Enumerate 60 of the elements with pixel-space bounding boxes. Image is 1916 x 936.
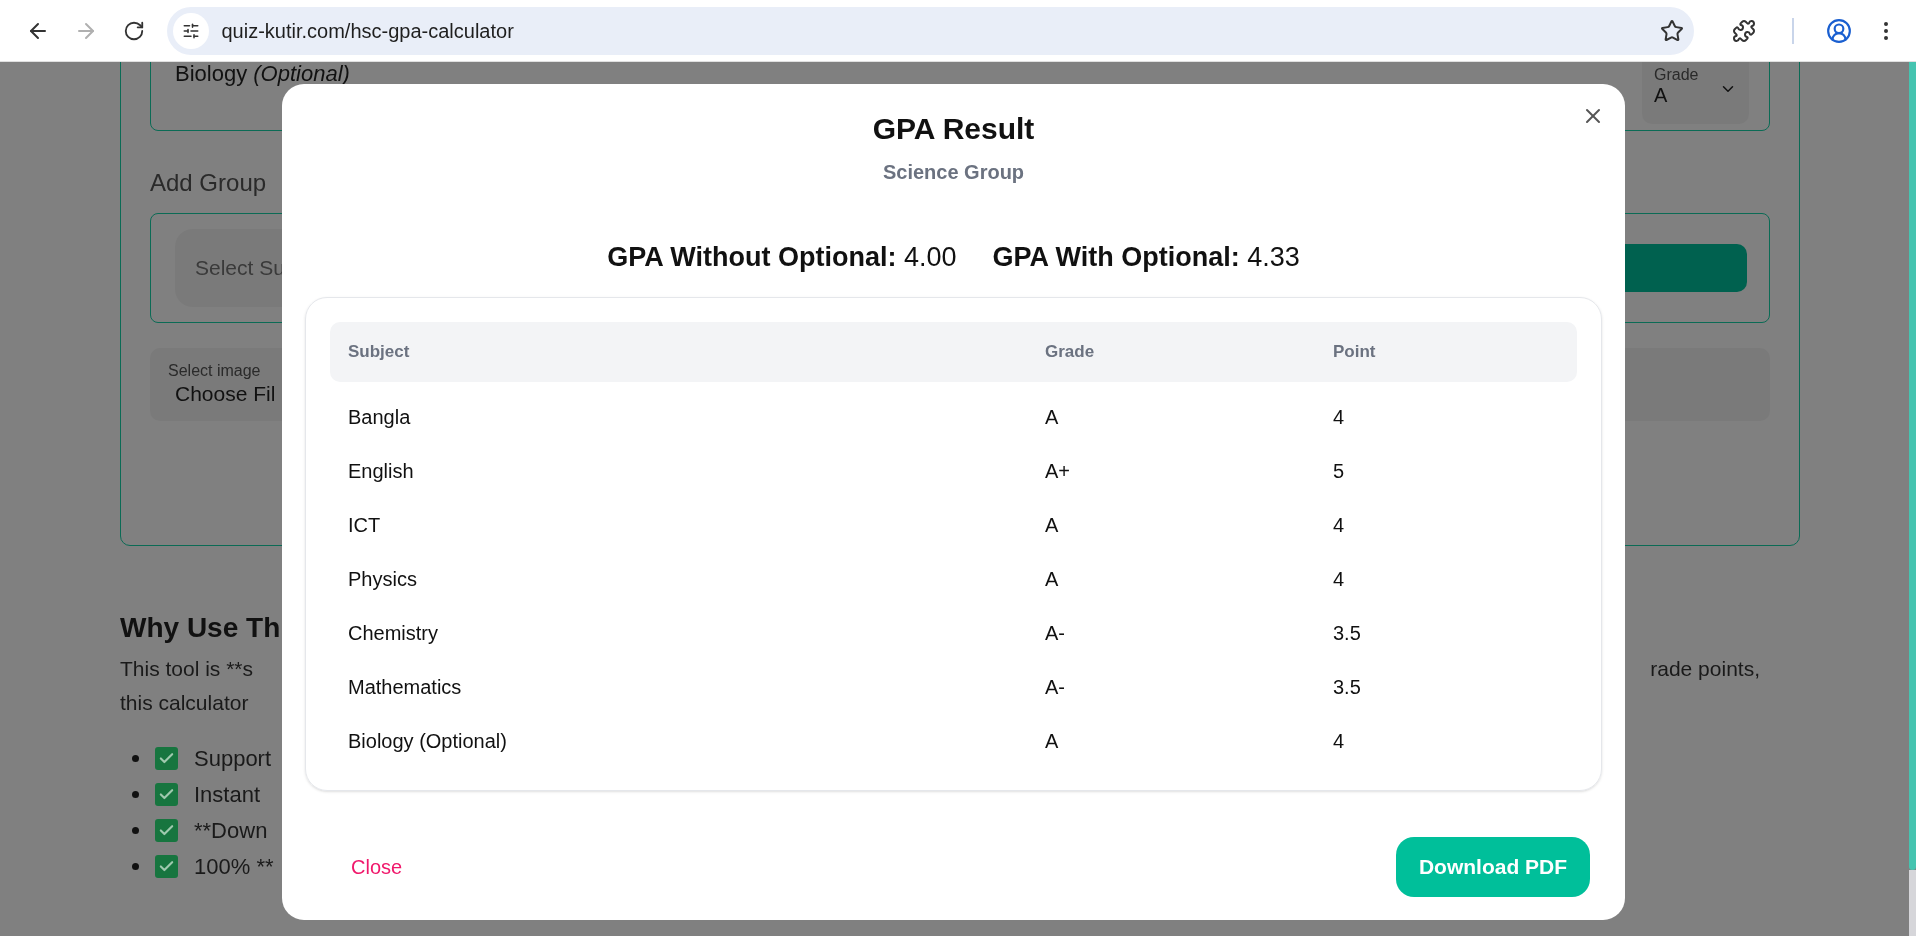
- feature-text: **Down: [194, 816, 268, 845]
- column-header: Point: [1333, 341, 1377, 364]
- add-group-label: Add Group: [150, 171, 267, 195]
- gpa-summary: GPA With Optional: 4.33: [992, 244, 1300, 271]
- bullet-icon: [132, 754, 139, 762]
- table-cell-text: A: [1045, 513, 1060, 538]
- table-cell-text: 4: [1333, 513, 1346, 538]
- checkbox-icon: [155, 746, 178, 770]
- table-cell-text: 5: [1333, 459, 1346, 484]
- gpa-summary: GPA Without Optional: 4.00: [607, 244, 957, 271]
- dialog-subtitle: Science Group: [882, 162, 1025, 182]
- table-cell-text: English: [348, 459, 415, 484]
- table-cell-text: A: [1045, 729, 1060, 754]
- download-pdf-button[interactable]: Download PDF: [1396, 837, 1590, 897]
- image-label: Select image: [168, 361, 262, 382]
- paragraph-text: This tool is **s: [120, 656, 254, 682]
- subject-name: Biology (Optional): [175, 63, 350, 85]
- bullet-icon: [132, 862, 139, 870]
- table-cell-text: Bangla: [348, 405, 412, 430]
- paragraph-text: this calculator: [120, 690, 249, 716]
- table-cell-text: A: [1045, 405, 1060, 430]
- bullet-icon: [132, 826, 139, 834]
- table-cell-text: 4: [1333, 567, 1346, 592]
- feature-text: Support: [194, 744, 272, 773]
- extensions-icon[interactable]: [1732, 18, 1756, 43]
- table-cell-text: Chemistry: [348, 621, 439, 646]
- grade-select[interactable]: Grade A: [1642, 62, 1749, 124]
- scrollbar-thumb[interactable]: [1909, 62, 1916, 870]
- profile-icon[interactable]: [1826, 17, 1852, 44]
- column-header: Grade: [1045, 341, 1096, 364]
- bullet-icon: [132, 790, 139, 798]
- table-cell-text: Mathematics: [348, 675, 463, 700]
- table-cell-text: A+: [1045, 459, 1072, 484]
- paragraph-text: rade points,: [1650, 656, 1761, 682]
- checkbox-icon: [155, 818, 178, 842]
- grade-value: A: [1654, 83, 1669, 108]
- table-cell-text: Physics: [348, 567, 418, 592]
- grade-label: Grade: [1654, 67, 1699, 83]
- url-text: quiz-kutir.com/hsc-gpa-calculator: [221, 18, 514, 44]
- address-bar[interactable]: quiz-kutir.com/hsc-gpa-calculator: [167, 6, 1694, 55]
- site-settings-icon[interactable]: [173, 12, 210, 49]
- column-header: Subject: [348, 341, 411, 364]
- feature-text: Instant: [194, 780, 261, 809]
- table-cell-text: 4: [1333, 729, 1346, 754]
- table-cell-text: Biology (Optional): [348, 729, 508, 754]
- table-cell-text: A: [1045, 567, 1060, 592]
- checkbox-icon: [155, 782, 178, 806]
- feature-text: 100% **: [194, 852, 274, 881]
- table-cell-text: 3.5: [1333, 621, 1362, 646]
- table-cell-text: 4: [1333, 405, 1346, 430]
- table-cell-text: 3.5: [1333, 675, 1362, 700]
- dialog-title: GPA Result: [872, 114, 1035, 144]
- section-heading: Why Use Th: [120, 614, 281, 642]
- bookmark-star-icon[interactable]: [1660, 18, 1684, 43]
- reload-icon: [122, 19, 145, 42]
- table-cell-text: A-: [1045, 621, 1066, 646]
- table-cell-text: A-: [1045, 675, 1066, 700]
- table-cell-text: ICT: [348, 513, 382, 538]
- checkbox-icon: [155, 854, 178, 878]
- close-button[interactable]: Close: [351, 852, 403, 882]
